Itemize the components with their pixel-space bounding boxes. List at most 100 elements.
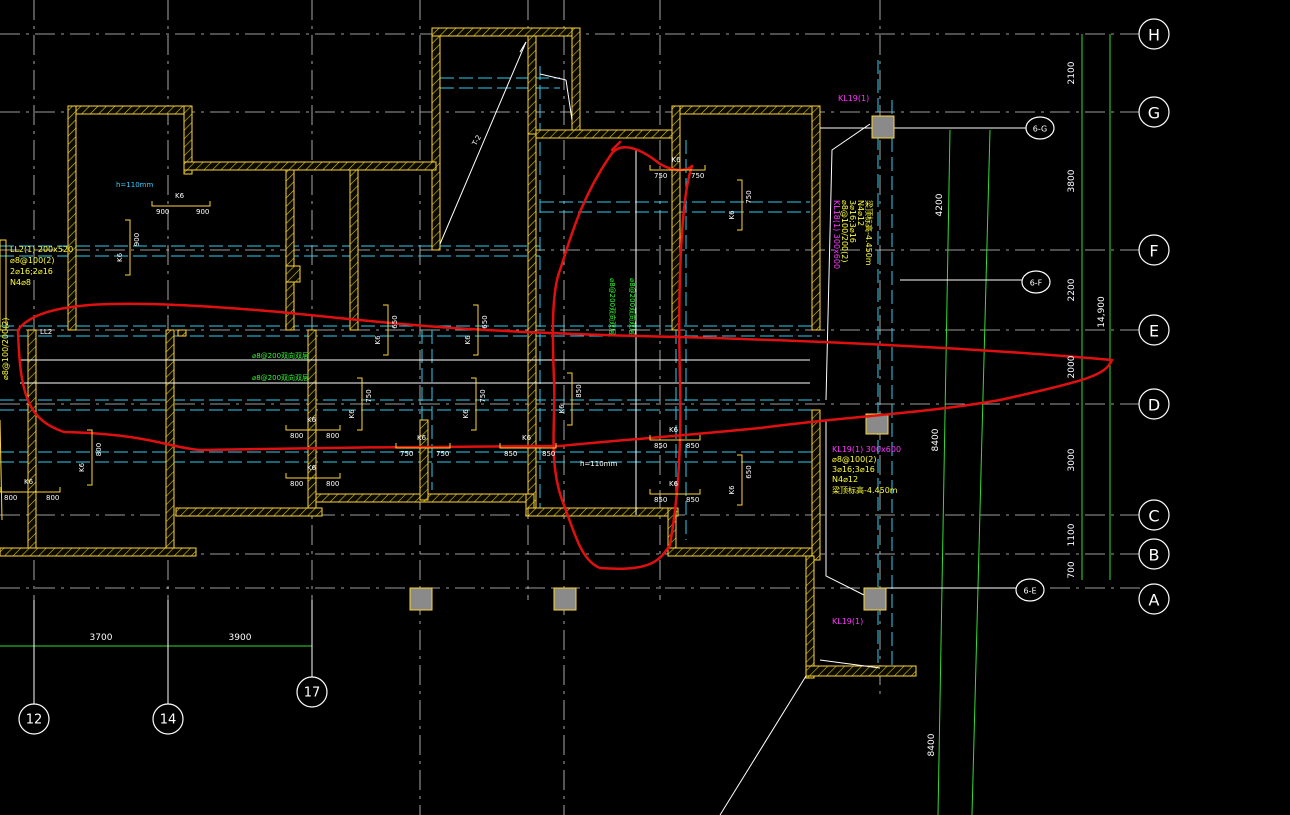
rebar-length-label: 800 — [95, 443, 103, 456]
svg-text:KL18(1) 300x600: KL18(1) 300x600 — [832, 200, 841, 269]
rebar-k6-label: K6 — [464, 335, 472, 345]
rebar-length-label: 650 — [481, 315, 489, 328]
rebar-length-label: 750 — [745, 190, 753, 203]
rebar-length-label: 900 — [133, 233, 141, 246]
axis-label-h: H — [1148, 26, 1160, 45]
left-vertical-rebar: ⌀8@100/200(2) — [1, 318, 10, 380]
rebar-length-label: 850 — [686, 496, 699, 504]
dim-2100: 2100 — [1067, 61, 1077, 84]
slab-rebar-v1: ⌀8@200双向双层 — [608, 278, 617, 335]
rebar-length-label: 750 — [365, 389, 373, 402]
dim-3000: 3000 — [1067, 448, 1077, 471]
dim-3700: 3700 — [90, 633, 113, 643]
kl19-bottom-label: KL19(1) — [832, 617, 863, 626]
rebar-length-label: 900 — [196, 208, 209, 216]
rebar-k6-label: K6 — [175, 192, 185, 200]
rebar-length-label: 850 — [504, 450, 517, 458]
axis-label-f: F — [1149, 242, 1158, 261]
rebar-length-label: 900 — [156, 208, 169, 216]
svg-text:N4⌀8: N4⌀8 — [10, 278, 31, 287]
rebar-k6-label: K6 — [669, 480, 679, 488]
column — [409, 587, 433, 611]
rebar-length-label: 850 — [575, 384, 583, 397]
rebar-length-label: 750 — [691, 172, 704, 180]
rebar-length-label: 750 — [654, 172, 667, 180]
svg-text:2⌀16;2⌀16: 2⌀16;2⌀16 — [10, 267, 53, 276]
rebar-length-label: 800 — [326, 480, 339, 488]
rebar-length-label: 750 — [479, 389, 487, 402]
rebar-k6-label: K6 — [307, 464, 317, 472]
rebar-length-label: 800 — [290, 480, 303, 488]
rebar-length-label: 850 — [686, 442, 699, 450]
rebar-length-label: 750 — [436, 450, 449, 458]
rebar-length-label: 800 — [4, 494, 17, 502]
rebar-length-label: 800 — [326, 432, 339, 440]
dim-8400-b: 8400 — [927, 733, 937, 756]
sub-axis-label-6g: 6-G — [1033, 125, 1047, 134]
rebar-k6-label: K6 — [24, 478, 34, 486]
dim-4200: 4200 — [935, 193, 945, 216]
rebar-k6-label: K6 — [374, 335, 382, 345]
axis-label-e: E — [1149, 322, 1159, 341]
slab-rebar-h1: ⌀8@200双向双层 — [252, 351, 309, 360]
axis-label-14: 14 — [160, 713, 177, 728]
drawing-background — [0, 0, 1290, 815]
rebar-k6-label: K6 — [417, 434, 427, 442]
rebar-k6-label: K6 — [558, 404, 566, 414]
svg-text:3⌀16;3⌀16: 3⌀16;3⌀16 — [832, 465, 875, 474]
slab-thickness-2: h=110mm — [580, 460, 617, 468]
dim-700: 700 — [1067, 561, 1077, 578]
dim-3900: 3900 — [229, 633, 252, 643]
sub-axis-label-6e: 6-E — [1023, 587, 1036, 596]
axis-label-12: 12 — [26, 713, 43, 728]
slab-rebar-h2: ⌀8@200双向双层 — [252, 373, 309, 382]
dim-2000: 2000 — [1067, 355, 1077, 378]
ll-short-label: LL2 — [40, 328, 52, 336]
axis-label-b: B — [1149, 546, 1160, 565]
column — [553, 587, 577, 611]
svg-text:N4⌀12: N4⌀12 — [832, 475, 858, 484]
svg-text:N4⌀12: N4⌀12 — [856, 200, 865, 226]
rebar-k6-label: K6 — [307, 416, 317, 424]
rebar-length-label: 750 — [400, 450, 413, 458]
rebar-k6-label: K6 — [728, 485, 736, 495]
rebar-length-label: 850 — [654, 442, 667, 450]
rebar-k6-label: K6 — [672, 156, 682, 164]
rebar-length-label: 800 — [290, 432, 303, 440]
sub-axis-label-6f: 6-F — [1030, 279, 1043, 288]
axis-label-a: A — [1149, 591, 1160, 610]
dim-1100: 1100 — [1067, 523, 1077, 546]
axis-label-d: D — [1148, 396, 1160, 415]
column — [863, 587, 887, 611]
svg-text:⌀8@100(2): ⌀8@100(2) — [10, 256, 55, 265]
rebar-k6-label: K6 — [116, 252, 124, 262]
axis-label-17: 17 — [304, 686, 321, 701]
axis-label-c: C — [1148, 507, 1159, 526]
rebar-k6-label: K6 — [728, 210, 736, 220]
rebar-length-label: 800 — [46, 494, 59, 502]
dim-3800: 3800 — [1067, 169, 1077, 192]
dim-8400-a: 8400 — [931, 428, 941, 451]
rebar-k6-label: K6 — [522, 434, 532, 442]
svg-text:梁顶标高-4.450m: 梁顶标高-4.450m — [864, 200, 874, 266]
kl19-top-label: KL19(1) — [838, 94, 869, 103]
svg-text:LL2(1) 200x520: LL2(1) 200x520 — [10, 245, 73, 254]
rebar-k6-label: K6 — [669, 426, 679, 434]
dim-2200: 2200 — [1067, 278, 1077, 301]
column — [871, 115, 895, 139]
rebar-length-label: 850 — [654, 496, 667, 504]
svg-text:KL19(1) 300x600: KL19(1) 300x600 — [832, 445, 901, 454]
rebar-k6-label: K6 — [462, 409, 470, 419]
slab-thickness-1: h=110mm — [116, 181, 153, 189]
rebar-length-label: 850 — [542, 450, 555, 458]
svg-text:⌀8@100/200(2): ⌀8@100/200(2) — [840, 200, 849, 262]
svg-text:3⌀16;3⌀16: 3⌀16;3⌀16 — [848, 200, 857, 243]
rebar-length-label: 650 — [391, 315, 399, 328]
rebar-k6-label: K6 — [348, 409, 356, 419]
dim-total: 14,900 — [1097, 296, 1107, 328]
cad-drawing-canvas[interactable]: H G F E D C B A 12 14 17 6-G 6-F 6-E 210… — [0, 0, 1290, 815]
rebar-k6-label: K6 — [78, 462, 86, 472]
rebar-length-label: 650 — [745, 465, 753, 478]
svg-text:⌀8@100(2): ⌀8@100(2) — [832, 455, 877, 464]
axis-label-g: G — [1148, 104, 1160, 123]
